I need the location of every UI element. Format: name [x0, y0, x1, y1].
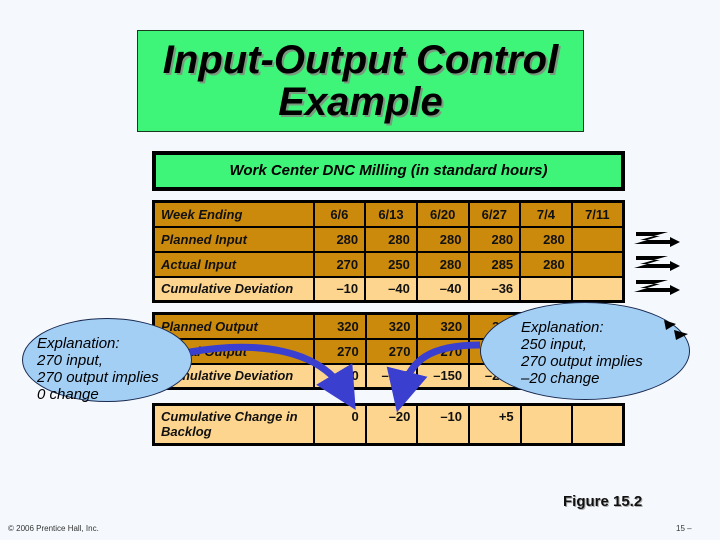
week-header: 6/13	[364, 200, 418, 228]
explanation-line: –20 change	[521, 370, 600, 387]
explanation-heading: Explanation:	[521, 319, 604, 336]
table-cell	[519, 275, 573, 303]
week-header: 6/27	[467, 200, 522, 228]
table-cell	[570, 275, 625, 303]
table-cell: 280	[519, 225, 573, 253]
table-cell: +5	[468, 403, 522, 446]
table-cell: –100	[364, 362, 419, 390]
slide-title-line-2: Example	[278, 80, 443, 124]
table-cell: –40	[415, 275, 470, 303]
row-label: Week Ending	[152, 200, 315, 228]
table-cell	[519, 403, 574, 446]
table-cell: 285	[467, 250, 522, 278]
explanation-line: 270 output implies	[521, 353, 643, 370]
table-cell: 280	[519, 250, 573, 278]
table-cell: 320	[313, 312, 367, 340]
actual-input-row: Actual Input 270 250 280 285 280	[152, 250, 625, 278]
slide-title: Input-Output Control Example	[137, 30, 584, 132]
zigzag-arrow-icon	[634, 232, 680, 247]
table-cell: –50	[313, 362, 367, 390]
explanation-line: 250 input,	[521, 336, 587, 353]
figure-label: Figure 15.2	[563, 493, 643, 510]
explanation-bubble-right: Explanation: 250 input, 270 output impli…	[480, 302, 690, 400]
copyright: © 2006 Prentice Hall, Inc.	[8, 524, 99, 533]
explanation-line: 270 output implies	[37, 369, 159, 386]
table-cell: 320	[416, 312, 471, 340]
backlog-table: Cumulative Change in Backlog 0 –20 –10 +…	[152, 403, 625, 446]
table-cell: –36	[467, 275, 522, 303]
week-header: 7/4	[519, 200, 573, 228]
page-number: 15 –	[676, 524, 692, 533]
table-caption: Work Center DNC Milling (in standard hou…	[152, 151, 625, 191]
row-label: Cumulative Deviation	[152, 275, 315, 303]
input-table: Week Ending 6/6 6/13 6/20 6/27 7/4 7/11 …	[152, 200, 625, 303]
table-cell: 320	[364, 312, 419, 340]
table-cell	[570, 250, 625, 278]
table-cell: 250	[364, 250, 418, 278]
input-cumulative-deviation-row: Cumulative Deviation –10 –40 –40 –36	[152, 275, 625, 303]
week-header: 6/6	[312, 200, 367, 228]
slide-title-line-1: Input-Output Control	[162, 38, 559, 82]
table-cell: 280	[415, 225, 470, 253]
table-cell: 270	[416, 337, 471, 365]
table-cell: 280	[415, 250, 470, 278]
table-cell: 270	[312, 250, 367, 278]
table-cell	[571, 403, 625, 446]
week-header: 7/11	[570, 200, 625, 228]
table-cell: 280	[364, 225, 418, 253]
row-label: Planned Input	[152, 225, 315, 253]
explanation-heading: Explanation:	[37, 335, 120, 352]
zigzag-arrows	[634, 232, 680, 295]
table-cell: –150	[416, 362, 471, 390]
zigzag-arrow-icon	[634, 280, 680, 295]
table-cell: –20	[364, 403, 419, 446]
table-cell: 0	[313, 403, 367, 446]
planned-input-row: Planned Input 280 280 280 280 280	[152, 225, 625, 253]
table-cell: –10	[416, 403, 471, 446]
explanation-line: 270 input,	[37, 352, 103, 369]
explanation-bubble-left: Explanation: 270 input, 270 output impli…	[22, 318, 192, 403]
table-cell: 280	[467, 225, 522, 253]
table-cell: 270	[364, 337, 419, 365]
table-cell: –40	[364, 275, 418, 303]
cumulative-change-in-backlog-row: Cumulative Change in Backlog 0 –20 –10 +…	[152, 403, 625, 446]
week-ending-row: Week Ending 6/6 6/13 6/20 6/27 7/4 7/11	[152, 200, 625, 228]
table-cell: 280	[312, 225, 367, 253]
table-cell: –10	[312, 275, 367, 303]
zigzag-arrow-icon	[634, 256, 680, 271]
week-header: 6/20	[415, 200, 470, 228]
explanation-line: 0 change	[37, 386, 99, 403]
row-label: Cumulative Change in Backlog	[152, 403, 316, 446]
row-label: Actual Input	[152, 250, 315, 278]
table-cell: 270	[313, 337, 367, 365]
table-cell	[570, 225, 625, 253]
